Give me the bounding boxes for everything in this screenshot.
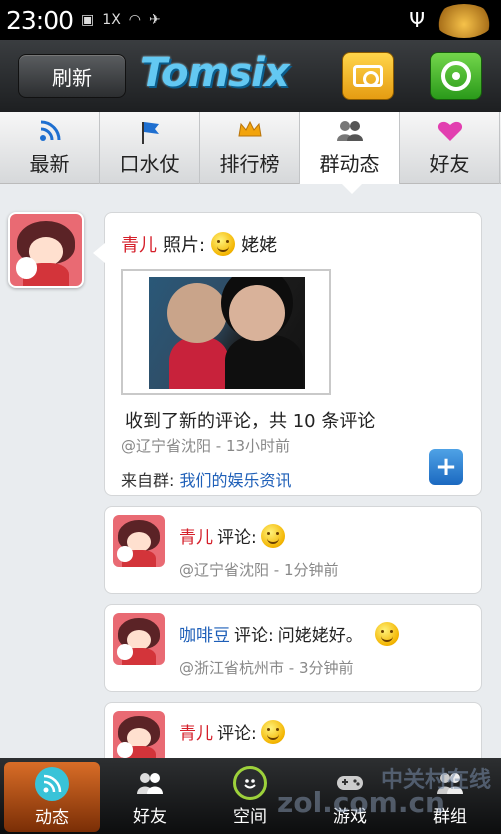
comment-action: 评论: — [217, 724, 257, 744]
author-name[interactable]: 咖啡豆 — [179, 621, 230, 646]
refresh-button[interactable]: 刷新 — [18, 54, 126, 98]
signal-indicator: 1X — [102, 12, 121, 28]
author-name[interactable]: 青儿 — [121, 231, 157, 257]
camera-icon — [353, 65, 383, 87]
clock: 23:00 — [6, 5, 74, 35]
avatar[interactable] — [113, 711, 165, 758]
compass-button[interactable] — [430, 52, 482, 100]
comment-location-time: @辽宁省沈阳 - 1分钟前 — [179, 561, 339, 579]
rss-icon — [39, 120, 61, 144]
space-icon — [233, 765, 267, 800]
comment-action: 评论: — [234, 626, 274, 646]
nav-games[interactable]: 游戏 — [300, 758, 400, 834]
avatar[interactable] — [113, 515, 165, 567]
wifi-icon: ◠ — [128, 12, 141, 28]
satellite-icon: ✈ — [149, 12, 161, 28]
sim-icon: ▣ — [81, 12, 95, 28]
heart-icon — [437, 120, 463, 144]
tab-label: 最新 — [29, 151, 70, 176]
tab-label: 口水仗 — [119, 151, 180, 176]
group-icon — [336, 120, 364, 144]
category-tabs: 最新 口水仗 排行榜 群动态 好友 — [0, 112, 501, 194]
source-group: 来自群: 我们的娱乐资讯 — [121, 467, 292, 491]
nav-label: 动态 — [35, 807, 69, 828]
tab-debate[interactable]: 口水仗 — [100, 112, 200, 184]
status-icons: ▣ 1X ◠ ✈ — [81, 12, 161, 28]
comment-header: 青儿 评论: — [179, 719, 285, 744]
smiley-icon — [260, 719, 285, 744]
photo-image — [149, 277, 305, 389]
flag-icon — [139, 120, 161, 144]
nav-label: 群组 — [433, 806, 467, 827]
tab-label: 群动态 — [319, 151, 380, 176]
nav-space[interactable]: 空间 — [200, 758, 300, 834]
author-name[interactable]: 青儿 — [179, 719, 213, 744]
nav-feed[interactable]: 动态 — [4, 762, 100, 832]
post-caption: 姥姥 — [241, 235, 278, 256]
add-comment-button[interactable]: + — [429, 449, 463, 485]
nav-label: 游戏 — [333, 806, 367, 827]
crown-icon — [237, 120, 263, 144]
tab-label: 好友 — [429, 151, 470, 176]
group-link[interactable]: 我们的娱乐资讯 — [180, 471, 292, 490]
smiley-icon — [211, 232, 236, 256]
nav-friends[interactable]: 好友 — [100, 758, 200, 834]
avatar[interactable] — [8, 212, 84, 288]
smiley-icon — [374, 621, 399, 646]
nav-label: 空间 — [233, 806, 267, 827]
compass-icon — [441, 61, 471, 91]
smiley-icon — [260, 523, 285, 548]
tab-latest[interactable]: 最新 — [0, 112, 100, 184]
comment-action: 评论: — [217, 528, 257, 548]
tab-label: 排行榜 — [219, 151, 280, 176]
tab-friends[interactable]: 好友 — [400, 112, 500, 184]
post-header: 青儿 照片: 姥姥 — [121, 231, 277, 257]
nav-label: 好友 — [133, 806, 167, 827]
comment-card[interactable]: 青儿 评论: — [104, 702, 482, 758]
friends-icon — [133, 766, 167, 800]
comment-header: 咖啡豆 评论: 问姥姥好。 — [179, 621, 399, 646]
feed-list[interactable]: 青儿 照片: 姥姥 收到了新的评论，共 10 条评论 @辽宁省沈阳 - 13小时… — [0, 184, 501, 758]
gamepad-icon — [333, 766, 367, 800]
comment-card[interactable]: 青儿 评论: @辽宁省沈阳 - 1分钟前 — [104, 506, 482, 594]
comment-summary[interactable]: 收到了新的评论，共 10 条评论 — [125, 407, 375, 433]
usb-icon: Ψ — [409, 8, 425, 32]
battery-icon — [435, 4, 493, 38]
plus-icon: + — [435, 452, 457, 482]
tab-ranking[interactable]: 排行榜 — [200, 112, 300, 184]
avatar[interactable] — [113, 613, 165, 665]
group-icon — [433, 766, 467, 800]
bottom-navigation: 动态 好友 空间 游戏 群组 — [0, 758, 501, 834]
tab-group-activity[interactable]: 群动态 — [300, 112, 400, 194]
photo-thumbnail[interactable] — [121, 269, 331, 395]
nav-groups[interactable]: 群组 — [400, 758, 500, 834]
comment-header: 青儿 评论: — [179, 523, 285, 548]
author-name[interactable]: 青儿 — [179, 523, 213, 548]
comment-location-time: @浙江省杭州市 - 3分钟前 — [179, 659, 354, 677]
feed-icon — [35, 766, 69, 801]
comment-card[interactable]: 咖啡豆 评论: 问姥姥好。 @浙江省杭州市 - 3分钟前 — [104, 604, 482, 692]
post-type-label: 照片: — [163, 235, 206, 256]
post-location-time: @辽宁省沈阳 - 13小时前 — [121, 437, 291, 455]
app-header: 刷新 Tomsix — [0, 40, 501, 112]
comment-text: 问姥姥好。 — [277, 626, 363, 646]
camera-button[interactable] — [342, 52, 394, 100]
post-card[interactable]: 青儿 照片: 姥姥 收到了新的评论，共 10 条评论 @辽宁省沈阳 - 13小时… — [93, 212, 482, 496]
app-logo: Tomsix — [140, 50, 290, 96]
source-label: 来自群: — [121, 471, 175, 490]
status-bar: 23:00 ▣ 1X ◠ ✈ Ψ — [0, 0, 501, 40]
